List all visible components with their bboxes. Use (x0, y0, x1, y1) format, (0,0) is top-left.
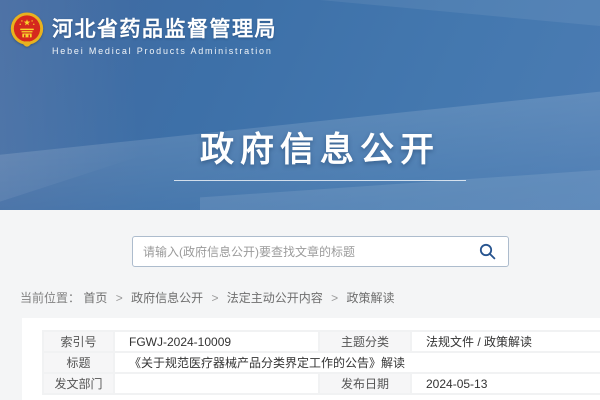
document-info-table: 索引号 FGWJ-2024-10009 主题分类 法规文件 / 政策解读 标题 … (42, 330, 600, 395)
search-button[interactable] (473, 243, 508, 260)
publish-date-label: 发布日期 (319, 373, 411, 394)
breadcrumb-item-statutory-disclosure[interactable]: 法定主动公开内容 (227, 291, 323, 305)
breadcrumb-separator: > (331, 291, 338, 305)
breadcrumb: 当前位置： 首页 > 政府信息公开 > 法定主动公开内容 > 政策解读 (20, 289, 395, 306)
page: 河北省药品监督管理局 Hebei Medical Products Admini… (0, 0, 600, 400)
issuing-department-value (114, 373, 319, 394)
banner-title-underline (174, 180, 466, 181)
site-name-block: 河北省药品监督管理局 Hebei Medical Products Admini… (52, 9, 277, 56)
site-name-zh: 河北省药品监督管理局 (52, 17, 277, 43)
table-row: 索引号 FGWJ-2024-10009 主题分类 法规文件 / 政策解读 (43, 331, 600, 352)
publish-date-value: 2024-05-13 (411, 373, 600, 394)
breadcrumb-item-home[interactable]: 首页 (83, 291, 107, 305)
issuing-department-label: 发文部门 (43, 373, 114, 394)
china-national-emblem-icon (10, 9, 44, 55)
title-value: 《关于规范医疗器械产品分类界定工作的公告》解读 (114, 352, 600, 373)
search-icon (479, 243, 496, 260)
topic-category-value: 法规文件 / 政策解读 (411, 331, 600, 352)
site-logo-link[interactable]: 河北省药品监督管理局 Hebei Medical Products Admini… (10, 9, 277, 56)
document-card: 索引号 FGWJ-2024-10009 主题分类 法规文件 / 政策解读 标题 … (22, 318, 600, 400)
breadcrumb-separator: > (116, 291, 123, 305)
search-bar (132, 236, 509, 267)
hero-banner: 河北省药品监督管理局 Hebei Medical Products Admini… (0, 0, 600, 210)
site-name-en: Hebei Medical Products Administration (52, 46, 277, 56)
title-label: 标题 (43, 352, 114, 373)
breadcrumb-item-policy-interpretation[interactable]: 政策解读 (347, 291, 395, 305)
table-row: 发文部门 发布日期 2024-05-13 (43, 373, 600, 394)
search-input[interactable] (133, 237, 473, 266)
banner-title: 政府信息公开 (0, 122, 600, 171)
topic-category-label: 主题分类 (319, 331, 411, 352)
table-row: 标题 《关于规范医疗器械产品分类界定工作的公告》解读 (43, 352, 600, 373)
index-number-value: FGWJ-2024-10009 (114, 331, 319, 352)
breadcrumb-label: 当前位置： (20, 291, 80, 305)
breadcrumb-separator: > (211, 291, 218, 305)
breadcrumb-item-gov-info[interactable]: 政府信息公开 (131, 291, 203, 305)
index-number-label: 索引号 (43, 331, 114, 352)
